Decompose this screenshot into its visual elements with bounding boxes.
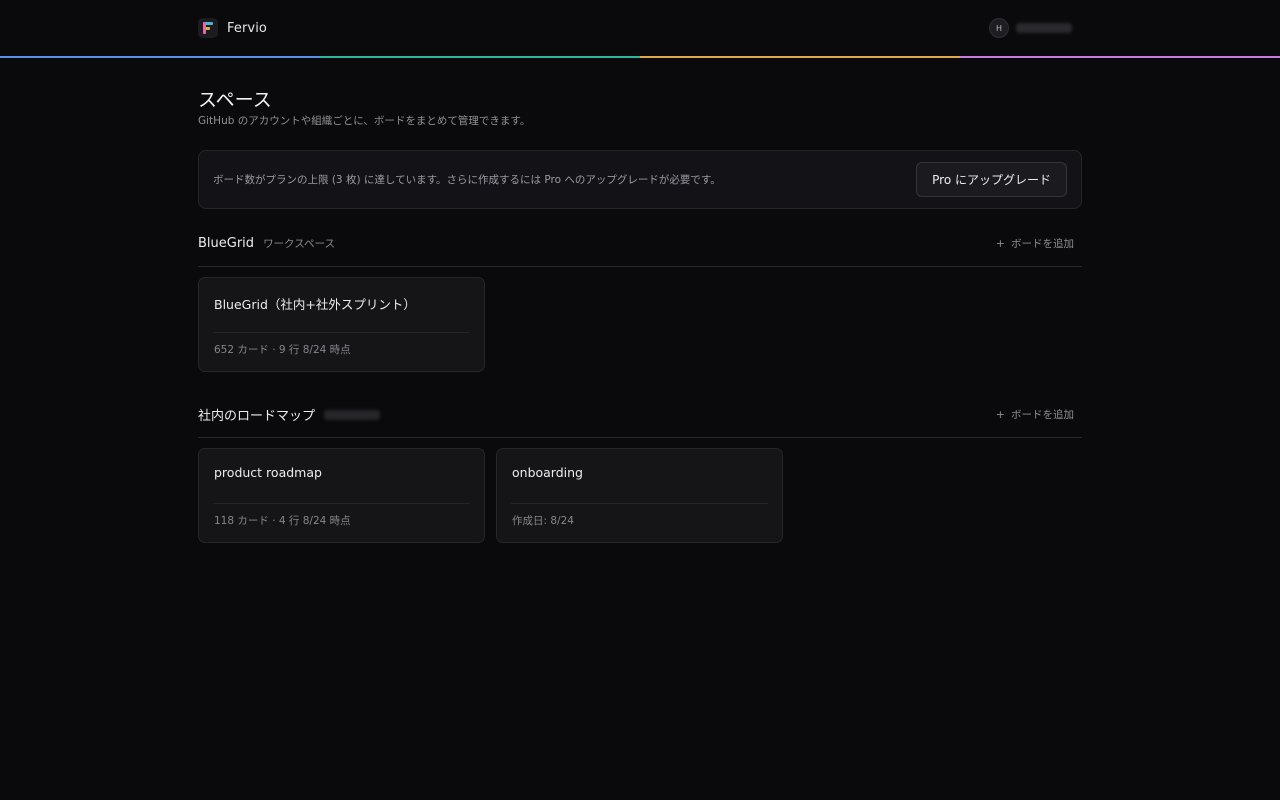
add-board-label: ボードを追加: [1011, 238, 1074, 250]
card-divider: [213, 503, 470, 504]
accent-stripe: [0, 56, 1280, 58]
accent-stripe-segment-blue: [0, 56, 320, 58]
fervio-logo-icon: [198, 18, 218, 38]
board-meta: 作成日: 8/24: [512, 515, 574, 527]
accent-stripe-segment-amber: [640, 56, 960, 58]
plus-icon: +: [995, 237, 1005, 250]
add-board-label: ボードを追加: [1011, 409, 1074, 421]
upgrade-to-pro-button[interactable]: Pro にアップグレード: [916, 162, 1067, 197]
add-board-button[interactable]: + ボードを追加: [996, 407, 1074, 422]
board-title: product roadmap: [214, 465, 322, 480]
board-list: BlueGrid（社内+社外スプリント） 652 カード · 9 行 8/24 …: [198, 267, 1082, 372]
add-board-button[interactable]: + ボードを追加: [996, 236, 1074, 251]
user-name-redacted: [1016, 23, 1072, 33]
plan-limit-message: ボード数がプランの上限 (3 枚) に達しています。さらに作成するには Pro …: [213, 174, 721, 186]
card-divider: [213, 332, 470, 333]
board-title: BlueGrid（社内+社外スプリント）: [214, 297, 416, 312]
accent-stripe-segment-purple: [960, 56, 1280, 58]
section-tag-redacted: [324, 409, 381, 420]
plan-limit-banner: ボード数がプランの上限 (3 枚) に達しています。さらに作成するには Pro …: [198, 150, 1082, 209]
section-title: 社内のロードマップ: [198, 409, 316, 424]
plus-icon: +: [995, 408, 1005, 421]
board-card[interactable]: product roadmap 118 カード · 4 行 8/24 時点: [198, 448, 485, 543]
section-tag: ワークスペース: [263, 238, 335, 250]
section-header: 社内のロードマップ + ボードを追加: [198, 392, 1082, 438]
user-menu[interactable]: H: [989, 18, 1072, 38]
board-card[interactable]: BlueGrid（社内+社外スプリント） 652 カード · 9 行 8/24 …: [198, 277, 485, 372]
spaces-page: スペース GitHub のアカウントや組織ごとに、ボードをまとめて管理できます。…: [198, 88, 1082, 543]
brand[interactable]: Fervio: [198, 18, 267, 38]
board-list: product roadmap 118 カード · 4 行 8/24 時点 on…: [198, 438, 1082, 543]
board-meta: 118 カード · 4 行 8/24 時点: [214, 515, 351, 527]
accent-stripe-segment-teal: [320, 56, 640, 58]
app-name: Fervio: [227, 20, 267, 36]
page-subtitle: GitHub のアカウントや組織ごとに、ボードをまとめて管理できます。: [198, 115, 531, 127]
space-section-internal-roadmap: 社内のロードマップ + ボードを追加 product roadmap 118 カ…: [198, 392, 1082, 543]
board-card[interactable]: onboarding 作成日: 8/24: [496, 448, 783, 543]
board-title: onboarding: [512, 465, 583, 480]
page-title: スペース: [198, 89, 272, 111]
space-section-bluegrid: BlueGrid ワークスペース + ボードを追加 BlueGrid（社内+社外…: [198, 221, 1082, 372]
card-divider: [511, 503, 768, 504]
section-title: BlueGrid: [198, 236, 255, 251]
avatar[interactable]: H: [989, 18, 1009, 38]
section-header: BlueGrid ワークスペース + ボードを追加: [198, 221, 1082, 267]
top-bar: Fervio H: [0, 0, 1280, 56]
board-meta: 652 カード · 9 行 8/24 時点: [214, 344, 351, 356]
